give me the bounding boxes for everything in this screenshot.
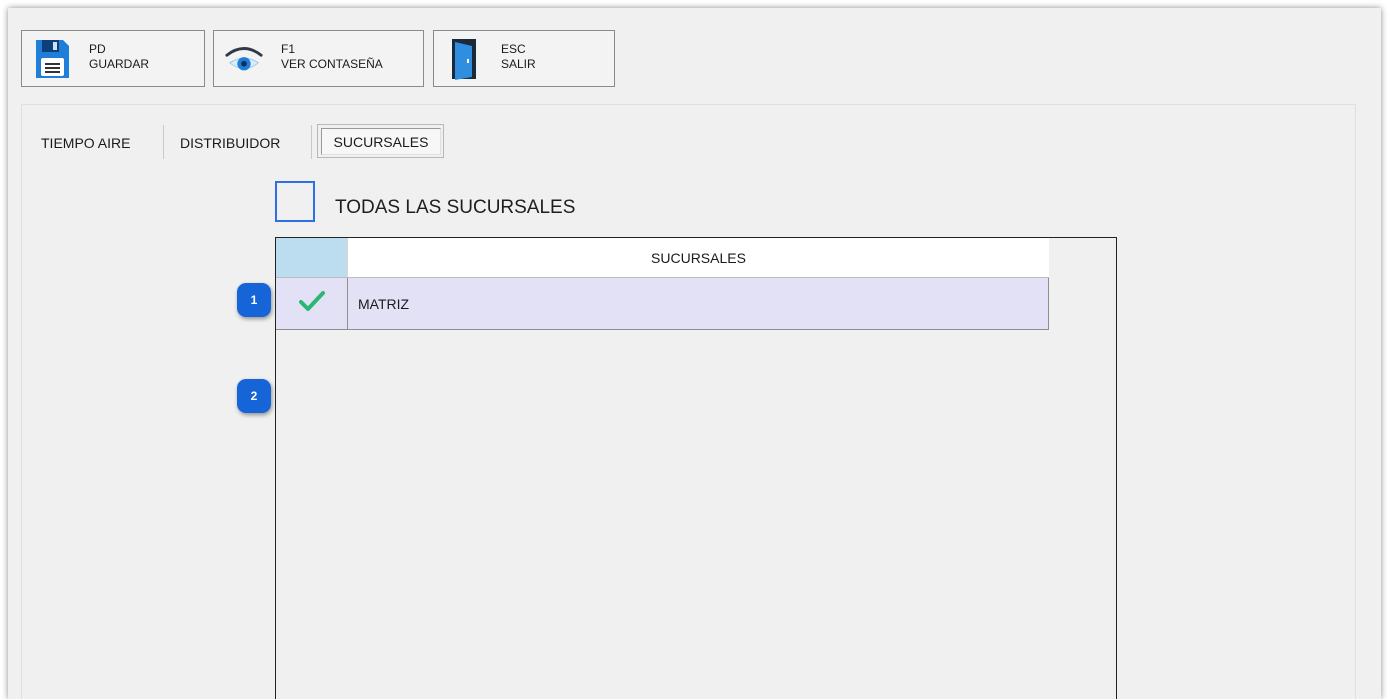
callout-badge-1: 1: [237, 283, 271, 317]
content-panel: TIEMPO AIRE DISTRIBUIDOR SUCURSALES 1 TO…: [21, 104, 1356, 699]
eye-icon: [224, 36, 264, 81]
exit-door-icon: [444, 36, 484, 81]
show-password-shortcut: F1: [281, 42, 296, 56]
grid-header-corner: [276, 238, 348, 277]
floppy-disk-icon: [32, 36, 72, 81]
show-password-button[interactable]: F1 VER CONTASEÑA: [213, 30, 424, 87]
select-all-label: TODAS LAS SUCURSALES: [335, 197, 576, 218]
save-shortcut: PD: [89, 42, 106, 56]
tab-sucursales-label: SUCURSALES: [321, 128, 441, 155]
select-all-checkbox[interactable]: [275, 181, 315, 222]
callout-badge-2: 2: [237, 379, 271, 413]
row-branch-name: MATRIZ: [358, 295, 410, 312]
branches-grid[interactable]: SUCURSALES MATRIZ: [275, 237, 1117, 699]
tab-divider: [311, 125, 312, 159]
exit-label: SALIR: [501, 57, 536, 71]
save-button[interactable]: PD GUARDAR: [21, 30, 205, 87]
column-header-sucursales[interactable]: SUCURSALES: [348, 238, 1049, 277]
app-window: PD GUARDAR F1 VER CONTASEÑA ESC SALIR TI…: [8, 8, 1381, 699]
save-label: GUARDAR: [89, 57, 150, 71]
show-password-label: VER CONTASEÑA: [281, 57, 383, 71]
checkmark-icon: [298, 290, 325, 317]
tab-sucursales[interactable]: SUCURSALES: [317, 124, 444, 158]
row-checkbox[interactable]: [276, 278, 348, 329]
tab-divider: [163, 125, 164, 159]
grid-header: SUCURSALES: [276, 238, 1049, 278]
tab-tiempo-aire[interactable]: TIEMPO AIRE: [41, 135, 130, 151]
exit-shortcut: ESC: [501, 42, 526, 56]
table-row[interactable]: MATRIZ: [276, 278, 1049, 330]
tab-distribuidor[interactable]: DISTRIBUIDOR: [180, 135, 280, 151]
exit-button[interactable]: ESC SALIR: [433, 30, 615, 87]
